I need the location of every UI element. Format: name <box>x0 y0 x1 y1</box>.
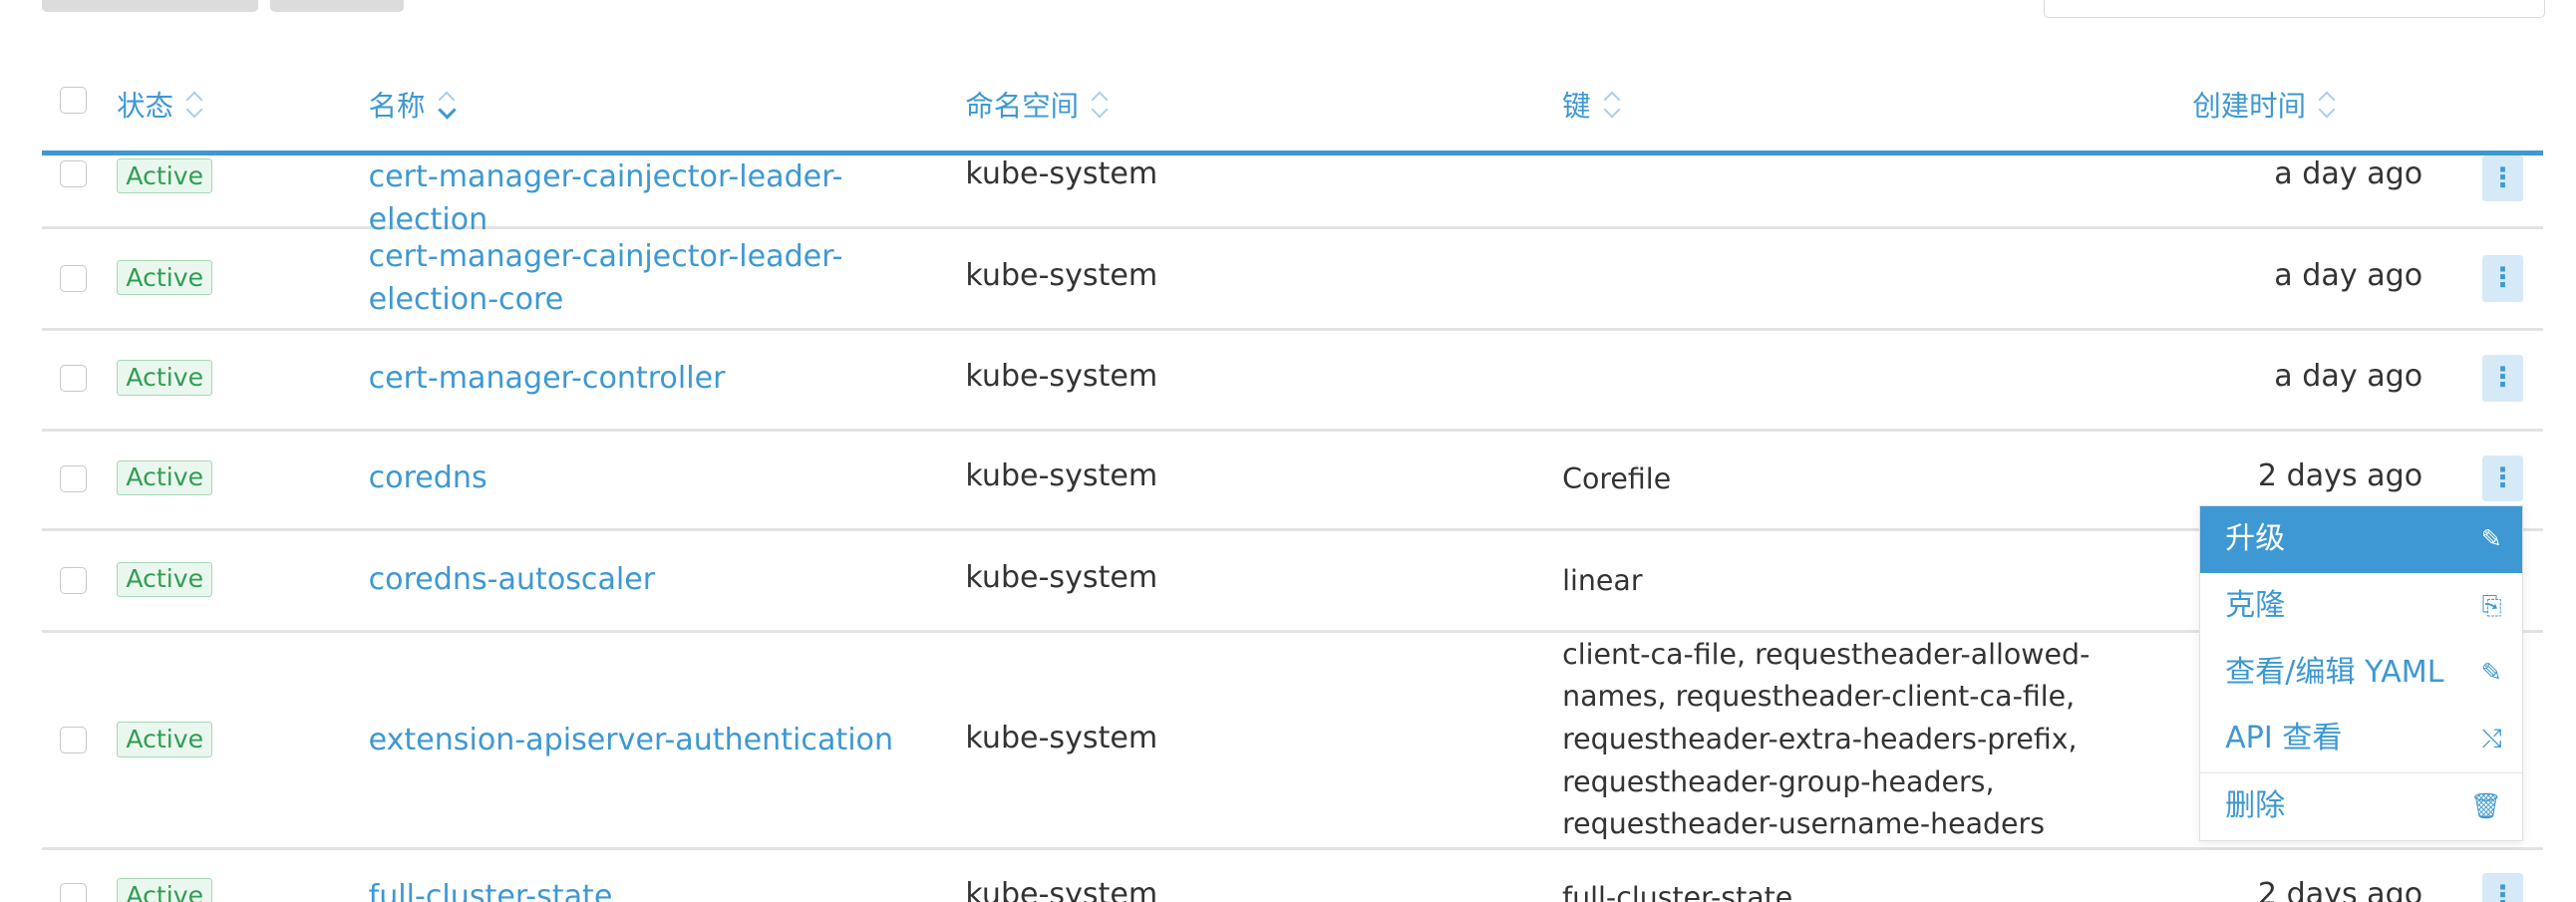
column-header-namespace-label: 命名空间 <box>965 89 1080 123</box>
table-row[interactable]: Active full-cluster-state kube-system fu… <box>42 850 2543 902</box>
configmap-name-link[interactable]: cert-manager-controller <box>369 357 961 400</box>
namespace-cell: kube-system <box>965 156 1158 192</box>
menu-item-label: 查看/编辑 YAML <box>2225 654 2444 690</box>
created-cell: a day ago <box>2274 358 2423 394</box>
search-input[interactable] <box>2044 0 2545 18</box>
namespace-cell: kube-system <box>965 559 1158 595</box>
status-badge: Active <box>117 561 213 598</box>
configmap-name-link[interactable]: cert-manager-cainjector-leader-election-… <box>369 235 869 322</box>
select-all-checkbox[interactable] <box>60 86 88 115</box>
menu-item-upgrade[interactable]: 升级 ✎ <box>2200 505 2522 573</box>
sort-icon <box>1092 89 1109 119</box>
trash-icon: 🗑 <box>2469 791 2502 821</box>
sort-icon <box>1604 89 1621 119</box>
menu-item-edit-yaml[interactable]: 查看/编辑 YAML ✎ <box>2200 640 2522 707</box>
configmap-name-link[interactable]: extension-apiserver-authentication <box>369 719 961 761</box>
configmap-name-link[interactable]: full-cluster-state <box>369 875 961 902</box>
column-header-name-label: 名称 <box>368 89 426 123</box>
row-actions-button[interactable]: ⋮ <box>2482 154 2523 202</box>
namespace-cell: kube-system <box>965 457 1158 493</box>
row-checkbox[interactable] <box>60 365 88 393</box>
status-badge: Active <box>117 722 213 757</box>
sort-icon <box>2319 89 2336 119</box>
column-header-name[interactable]: 名称 <box>369 84 456 125</box>
created-cell: 2 days ago <box>2257 876 2423 902</box>
keys-cell: linear <box>1562 563 1643 597</box>
status-badge: Active <box>117 878 213 902</box>
column-header-state[interactable]: 状态 <box>117 84 203 125</box>
status-badge: Active <box>117 259 213 296</box>
column-header-keys-label: 键 <box>1562 89 1591 123</box>
row-checkbox[interactable] <box>60 264 88 292</box>
status-badge: Active <box>117 459 213 496</box>
table-row[interactable]: Active cert-manager-controller kube-syst… <box>41 332 2543 432</box>
sort-icon <box>186 89 203 119</box>
namespace-cell: kube-system <box>965 258 1158 294</box>
toolbar-button-1[interactable] <box>41 0 259 12</box>
column-header-keys[interactable]: 键 <box>1562 84 1621 125</box>
table-header: 状态 名称 命名空间 键 创建时间 <box>41 67 2543 155</box>
row-checkbox[interactable] <box>60 883 88 902</box>
column-header-namespace[interactable]: 命名空间 <box>965 84 1109 125</box>
column-header-state-label: 状态 <box>117 89 173 123</box>
row-actions-button[interactable]: ⋮ <box>2482 254 2523 302</box>
row-checkbox[interactable] <box>60 566 88 594</box>
menu-item-label: 升级 <box>2225 520 2286 556</box>
namespace-cell: kube-system <box>965 720 1158 755</box>
keys-cell: Corefile <box>1562 461 1672 495</box>
configmap-name-link[interactable]: coredns <box>369 456 961 499</box>
created-cell: a day ago <box>2274 258 2423 294</box>
menu-item-api-view[interactable]: API 查看 ⤭ <box>2200 706 2522 772</box>
keys-cell: client-ca-file, requestheader-allowed-na… <box>1562 637 2091 841</box>
row-checkbox[interactable] <box>60 159 88 187</box>
row-actions-button[interactable]: ⋮ <box>2482 454 2523 502</box>
sort-icon <box>439 89 456 119</box>
namespace-cell: kube-system <box>965 358 1158 394</box>
column-header-created-label: 创建时间 <box>2192 89 2307 123</box>
configmap-name-link[interactable]: cert-manager-cainjector-leader-election <box>369 155 961 242</box>
configmap-name-link[interactable]: coredns-autoscaler <box>369 558 961 601</box>
table-row[interactable]: Active cert-manager-cainjector-leader-el… <box>41 230 2543 332</box>
table-row[interactable]: Active extension-apiserver-authenticatio… <box>41 634 2543 850</box>
keys-cell: full-cluster-state <box>1562 880 1793 902</box>
table-row[interactable]: Active coredns-autoscaler kube-system li… <box>41 532 2543 634</box>
status-badge: Active <box>117 360 213 396</box>
created-cell: a day ago <box>2274 156 2423 192</box>
table-row[interactable]: Active coredns kube-system Corefile 2 da… <box>41 432 2543 532</box>
status-badge: Active <box>117 157 213 194</box>
created-cell: 2 days ago <box>2257 457 2423 493</box>
menu-item-delete[interactable]: 删除 🗑 <box>2200 772 2522 840</box>
menu-item-label: API 查看 <box>2225 721 2343 756</box>
menu-item-clone[interactable]: 克隆 ⎘ <box>2200 573 2522 640</box>
column-header-created[interactable]: 创建时间 <box>2192 84 2336 125</box>
menu-item-label: 克隆 <box>2225 587 2286 623</box>
namespace-cell: kube-system <box>965 876 1158 902</box>
row-actions-menu: 升级 ✎ 克隆 ⎘ 查看/编辑 YAML ✎ API 查看 ⤭ 删除 🗑 <box>2199 504 2523 842</box>
copy-icon: ⎘ <box>2481 590 2502 620</box>
row-checkbox[interactable] <box>60 727 88 754</box>
row-checkbox[interactable] <box>60 464 88 492</box>
row-actions-button[interactable]: ⋮ <box>2482 873 2523 902</box>
pencil-icon: ✎ <box>2480 523 2502 553</box>
table-row[interactable]: Active cert-manager-cainjector-leader-el… <box>41 153 2543 237</box>
toolbar-button-2[interactable] <box>269 0 404 12</box>
configmaps-page: 状态 名称 命名空间 键 创建时间 Active cert-manager-ca… <box>0 0 2576 902</box>
pencil-icon: ✎ <box>2480 657 2502 687</box>
row-actions-button[interactable]: ⋮ <box>2482 355 2523 403</box>
external-link-icon: ⤭ <box>2481 724 2502 753</box>
menu-item-label: 删除 <box>2225 788 2286 824</box>
